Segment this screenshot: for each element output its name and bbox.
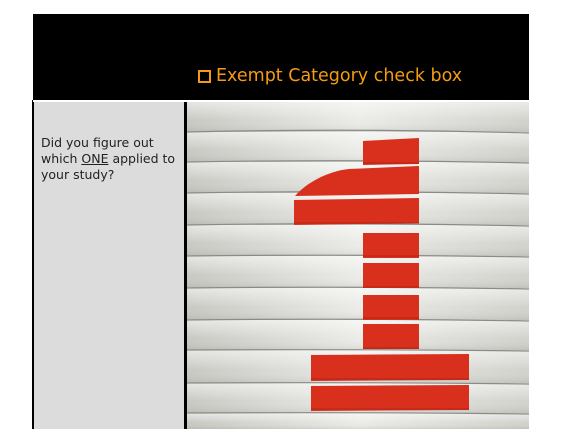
header-title-row: Exempt Category check box: [198, 61, 462, 91]
left-cell: Did you figure out which ONE applied to …: [34, 102, 184, 429]
number-one-image: [187, 102, 529, 429]
slide: Exempt Category check box Did you figure…: [0, 0, 562, 429]
header-title: Exempt Category check box: [216, 66, 463, 86]
question-text: Did you figure out which ONE applied to …: [41, 135, 176, 183]
header-left-cell: [33, 14, 184, 100]
checkbox-icon: [198, 69, 211, 83]
question-emphasis: ONE: [81, 151, 109, 166]
number-one-photo: [187, 102, 529, 429]
header-right-cell: Exempt Category check box: [187, 14, 529, 100]
